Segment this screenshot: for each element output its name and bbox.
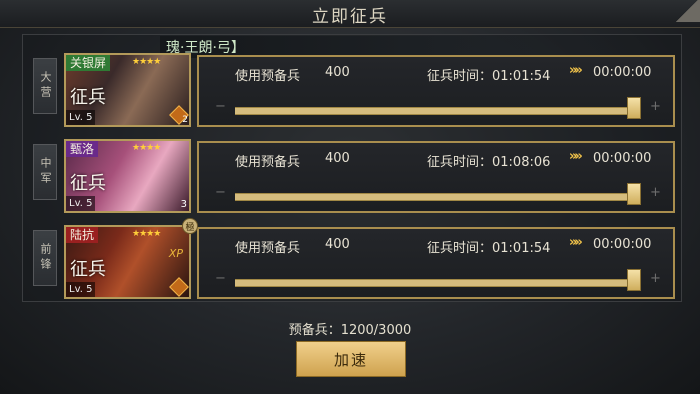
- reserve-label: 使用预备兵: [235, 241, 301, 256]
- general-name: 关银屏: [66, 55, 111, 71]
- speed-up-button[interactable]: 加速: [296, 341, 406, 377]
- reserve-value: 400: [325, 237, 350, 252]
- reserve-value: 400: [325, 151, 350, 166]
- decrease-button[interactable]: −: [215, 99, 226, 114]
- decrease-button[interactable]: −: [215, 271, 226, 286]
- reserve-slider[interactable]: [235, 279, 641, 287]
- arrows-icon: »»: [569, 235, 583, 250]
- recruit-info-row: 使用预备兵 400 征兵时间：01:01:54 »» 00:00:00 − +: [197, 55, 675, 127]
- rank-badge-number: 3: [180, 199, 187, 210]
- slider-fill: [235, 280, 641, 286]
- general-level: Lv. 5: [66, 282, 96, 297]
- title-bar: 立即征兵: [0, 0, 700, 28]
- decrease-button[interactable]: −: [215, 185, 226, 200]
- increase-button[interactable]: +: [650, 185, 661, 200]
- recruit-info-row: 使用预备兵 400 征兵时间：01:08:06 »» 00:00:00 − +: [197, 141, 675, 213]
- reserve-value: 400: [325, 65, 350, 80]
- general-level: Lv. 5: [66, 110, 96, 125]
- slider-handle[interactable]: [627, 183, 641, 205]
- recruit-status: 征兵: [70, 259, 106, 280]
- reserve-slider[interactable]: [235, 107, 641, 115]
- formation-tab-vanguard[interactable]: 前锋: [33, 230, 57, 286]
- remaining-time: 00:00:00: [593, 65, 652, 80]
- general-level: Lv. 5: [66, 196, 96, 211]
- general-name: 甄洛: [66, 141, 99, 157]
- slider-handle[interactable]: [627, 269, 641, 291]
- recruit-info-row: 使用预备兵 400 征兵时间：01:01:54 »» 00:00:00 − +: [197, 227, 675, 299]
- general-card-lukang[interactable]: 陆抗 ★★★★ XP 征兵 Lv. 5: [64, 225, 191, 299]
- star-rating: ★★★★: [132, 229, 161, 239]
- reserve-label: 使用预备兵: [235, 69, 301, 84]
- recruit-status: 征兵: [70, 173, 106, 194]
- general-card-guanyinping[interactable]: 关银屏 ★★★★ 征兵 Lv. 5 2: [64, 53, 191, 127]
- recruit-time: 征兵时间：01:01:54: [427, 69, 551, 84]
- arrows-icon: »»: [569, 63, 583, 78]
- remaining-time: 00:00:00: [593, 237, 652, 252]
- ultimate-mark-icon: 極: [182, 218, 198, 234]
- recruit-status: 征兵: [70, 87, 106, 108]
- increase-button[interactable]: +: [650, 99, 661, 114]
- star-rating: ★★★★: [132, 57, 161, 67]
- formation-tab-center[interactable]: 中军: [33, 144, 57, 200]
- recruit-time: 征兵时间：01:01:54: [427, 241, 551, 256]
- close-icon[interactable]: [674, 0, 700, 22]
- remaining-time: 00:00:00: [593, 151, 652, 166]
- slider-fill: [235, 108, 641, 114]
- rank-badge-number: 2: [182, 115, 188, 125]
- increase-button[interactable]: +: [650, 271, 661, 286]
- slider-fill: [235, 194, 641, 200]
- page-title: 立即征兵: [312, 7, 388, 27]
- slider-handle[interactable]: [627, 97, 641, 119]
- formation-tab-camp[interactable]: 大营: [33, 58, 57, 114]
- reserve-slider[interactable]: [235, 193, 641, 201]
- star-rating: ★★★★: [132, 143, 161, 153]
- recruit-time: 征兵时间：01:08:06: [427, 155, 551, 170]
- reserve-label: 使用预备兵: [235, 155, 301, 170]
- xp-badge: XP: [168, 247, 183, 260]
- arrows-icon: »»: [569, 149, 583, 164]
- reserve-total: 预备兵：1200/3000: [288, 323, 412, 338]
- general-name: 陆抗: [66, 227, 99, 243]
- general-card-zhenluo[interactable]: 甄洛 ★★★★ 征兵 Lv. 5 3: [64, 139, 191, 213]
